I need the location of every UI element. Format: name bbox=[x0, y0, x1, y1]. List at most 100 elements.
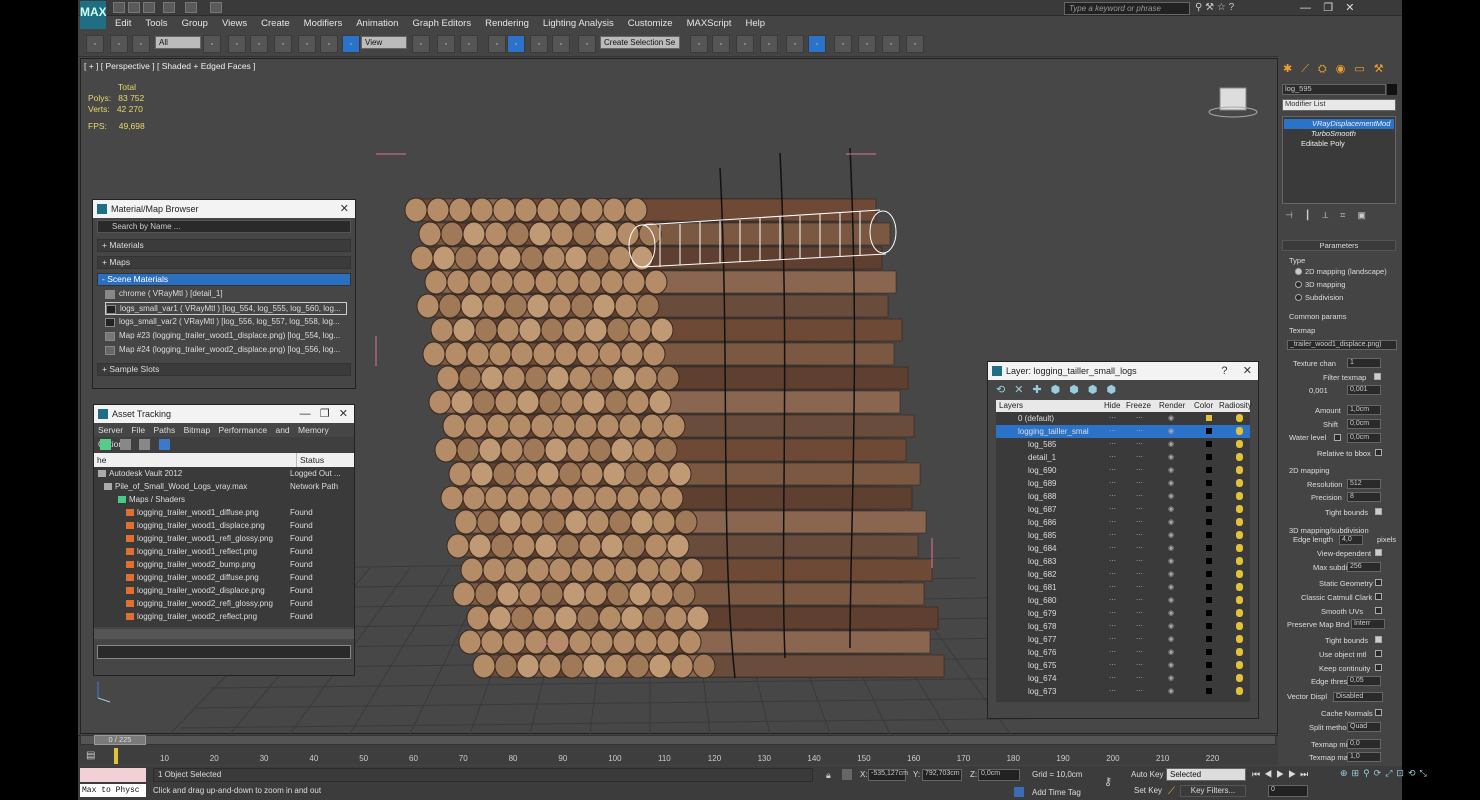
y-coordinate-field[interactable]: 792,703cm bbox=[922, 769, 962, 781]
rotate-icon[interactable]: · bbox=[320, 35, 338, 53]
material-editor-icon[interactable]: · bbox=[834, 35, 852, 53]
water-level-checkbox[interactable] bbox=[1334, 434, 1341, 441]
radiosity-icon[interactable] bbox=[1236, 414, 1243, 422]
radiosity-icon[interactable] bbox=[1236, 453, 1243, 461]
set-key-icon[interactable]: ⟋ bbox=[1168, 786, 1175, 797]
menu-edit[interactable]: Edit bbox=[108, 16, 138, 31]
hide-toggle[interactable]: ⋯ bbox=[1109, 581, 1116, 594]
layer-row[interactable]: log_682 ⋯ ⋯ ◉ bbox=[996, 568, 1250, 581]
freeze-toggle[interactable]: ⋯ bbox=[1136, 490, 1143, 503]
freeze-toggle[interactable]: ⋯ bbox=[1136, 659, 1143, 672]
layer-col-layers[interactable]: Layers bbox=[999, 400, 1023, 412]
hide-toggle[interactable]: ⋯ bbox=[1109, 464, 1116, 477]
radiosity-icon[interactable] bbox=[1236, 596, 1243, 604]
menu-help[interactable]: Help bbox=[738, 16, 772, 31]
layer-row[interactable]: log_683 ⋯ ⋯ ◉ bbox=[996, 555, 1250, 568]
menu-lighting-analysis[interactable]: Lighting Analysis bbox=[536, 16, 621, 31]
render-toggle[interactable]: ◉ bbox=[1168, 542, 1174, 555]
material-item[interactable]: chrome ( VRayMtl ) [detail_1] bbox=[105, 288, 347, 301]
render-toggle[interactable]: ◉ bbox=[1168, 555, 1174, 568]
texmap-max-field[interactable]: 1,0 bbox=[1347, 752, 1381, 762]
render-toggle[interactable]: ◉ bbox=[1168, 607, 1174, 620]
section-maps[interactable]: + Maps bbox=[97, 256, 351, 269]
freeze-toggle[interactable]: ⋯ bbox=[1136, 620, 1143, 633]
freeze-toggle[interactable]: ⋯ bbox=[1136, 503, 1143, 516]
menu-modifiers[interactable]: Modifiers bbox=[297, 16, 350, 31]
radiosity-icon[interactable] bbox=[1236, 648, 1243, 656]
hide-toggle[interactable]: ⋯ bbox=[1109, 425, 1116, 438]
filter-blur-field[interactable]: 0,001 bbox=[1347, 385, 1381, 395]
render-toggle[interactable]: ◉ bbox=[1168, 516, 1174, 529]
layer-row[interactable]: log_688 ⋯ ⋯ ◉ bbox=[996, 490, 1250, 503]
layer-col-render[interactable]: Render bbox=[1159, 400, 1185, 412]
cache-normals-checkbox[interactable] bbox=[1375, 709, 1382, 716]
render-toggle[interactable]: ◉ bbox=[1168, 477, 1174, 490]
maxscript-listener-mini[interactable] bbox=[80, 768, 146, 782]
grid-view-icon[interactable] bbox=[158, 439, 170, 450]
layer-color-swatch[interactable] bbox=[1206, 571, 1212, 577]
radiosity-icon[interactable] bbox=[1236, 622, 1243, 630]
object-color-swatch[interactable] bbox=[1387, 84, 1397, 95]
hide-toggle[interactable]: ⋯ bbox=[1109, 412, 1116, 425]
radiosity-icon[interactable] bbox=[1236, 492, 1243, 500]
layer-row[interactable]: logging_tailler_smal ⋯ ⋯ ◉ bbox=[996, 425, 1250, 438]
hide-toggle[interactable]: ⋯ bbox=[1109, 633, 1116, 646]
asset-row[interactable]: Autodesk Vault 2012 Logged Out ... bbox=[94, 467, 354, 480]
layer-color-swatch[interactable] bbox=[1206, 454, 1212, 460]
playback-controls[interactable]: ⏮◀▶▶⏭ bbox=[1252, 769, 1312, 780]
layer-row[interactable]: log_675 ⋯ ⋯ ◉ bbox=[996, 659, 1250, 672]
precision-field[interactable]: 8 bbox=[1347, 492, 1381, 502]
layer-row[interactable]: log_686 ⋯ ⋯ ◉ bbox=[996, 516, 1250, 529]
menu-views[interactable]: Views bbox=[215, 16, 254, 31]
layer-color-swatch[interactable] bbox=[1206, 506, 1212, 512]
auto-key-button[interactable]: Auto Key bbox=[1131, 770, 1163, 779]
edit-named-selection-icon[interactable]: · bbox=[578, 35, 596, 53]
render-toggle[interactable]: ◉ bbox=[1168, 620, 1174, 633]
freeze-toggle[interactable]: ⋯ bbox=[1136, 607, 1143, 620]
radiosity-icon[interactable] bbox=[1236, 518, 1243, 526]
asset-row[interactable]: logging_trailer_wood1_refl_glossy.png Fou… bbox=[94, 532, 354, 545]
track-view-toggle-icon[interactable]: ▤ bbox=[86, 750, 95, 761]
column-status[interactable]: Status bbox=[296, 453, 324, 467]
freeze-toggle[interactable]: ⋯ bbox=[1136, 412, 1143, 425]
curve-editor-icon[interactable]: · bbox=[786, 35, 804, 53]
time-slider[interactable]: 0 / 225 bbox=[94, 735, 146, 745]
classic-catmull-checkbox[interactable] bbox=[1375, 593, 1382, 600]
table-icon[interactable] bbox=[139, 439, 151, 450]
render-toggle[interactable]: ◉ bbox=[1168, 659, 1174, 672]
use-center-icon[interactable]: · bbox=[412, 35, 430, 53]
asset-row[interactable]: logging_trailer_wood2_bump.png Found bbox=[94, 558, 354, 571]
radiosity-icon[interactable] bbox=[1236, 440, 1243, 448]
menu-graph-editors[interactable]: Graph Editors bbox=[405, 16, 478, 31]
hide-toggle[interactable]: ⋯ bbox=[1109, 490, 1116, 503]
menu-group[interactable]: Group bbox=[175, 16, 215, 31]
layer-row[interactable]: log_673 ⋯ ⋯ ◉ bbox=[996, 685, 1250, 698]
layer-color-swatch[interactable] bbox=[1206, 493, 1212, 499]
command-panel-tabs[interactable]: ✱⟋⛭◉▭⚒ bbox=[1283, 62, 1393, 76]
layer-row[interactable]: detail_1 ⋯ ⋯ ◉ bbox=[996, 451, 1250, 464]
section-scene-materials[interactable]: - Scene Materials bbox=[97, 273, 351, 286]
time-slider-track[interactable] bbox=[80, 735, 1276, 745]
max-subdivs-field[interactable]: 256 bbox=[1347, 562, 1381, 572]
freeze-toggle[interactable]: ⋯ bbox=[1136, 685, 1143, 698]
rendered-frame-icon[interactable]: · bbox=[882, 35, 900, 53]
menu-create[interactable]: Create bbox=[254, 16, 297, 31]
close-icon[interactable]: ✕ bbox=[340, 200, 349, 218]
water-level-field[interactable]: 0,0cm bbox=[1347, 433, 1381, 443]
relative-bbox-checkbox[interactable] bbox=[1375, 449, 1382, 456]
viewport-navigation-icons[interactable]: ⊕⊞⚲⟳⤢⊡⟲⤡ bbox=[1340, 768, 1427, 779]
amount-field[interactable]: 1,0cm bbox=[1347, 405, 1381, 415]
freeze-toggle[interactable]: ⋯ bbox=[1136, 451, 1143, 464]
modifier-editable-poly[interactable]: Editable Poly bbox=[1283, 139, 1395, 149]
resolution-field[interactable]: 512 bbox=[1347, 479, 1381, 489]
render-toggle[interactable]: ◉ bbox=[1168, 646, 1174, 659]
type-radio[interactable] bbox=[1295, 294, 1302, 301]
open-icon[interactable] bbox=[128, 2, 140, 13]
radiosity-icon[interactable] bbox=[1236, 427, 1243, 435]
layer-color-swatch[interactable] bbox=[1206, 558, 1212, 564]
freeze-toggle[interactable]: ⋯ bbox=[1136, 646, 1143, 659]
close-icon[interactable]: ? ✕ bbox=[1221, 362, 1252, 380]
layer-col-radiosity[interactable]: Radiosity bbox=[1219, 400, 1252, 412]
hide-toggle[interactable]: ⋯ bbox=[1109, 555, 1116, 568]
radiosity-icon[interactable] bbox=[1236, 479, 1243, 487]
